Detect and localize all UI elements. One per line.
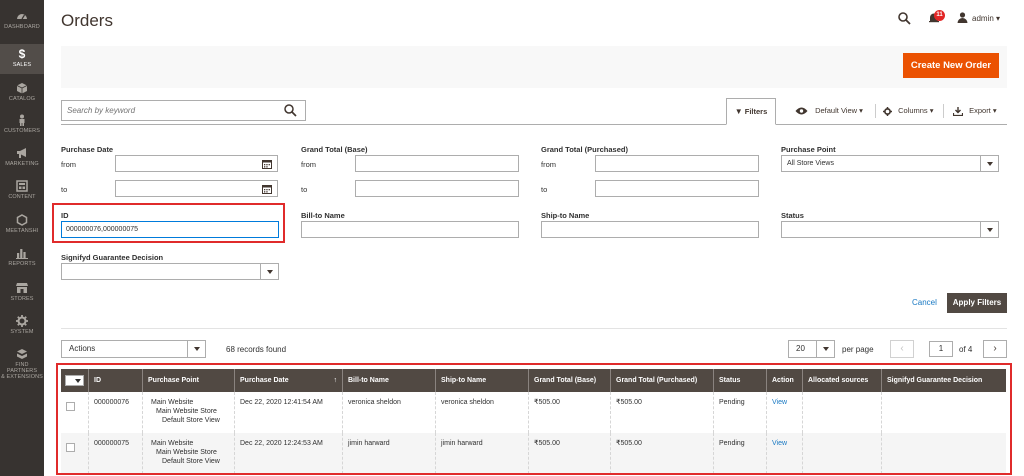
chevron-down-icon: ▾ xyxy=(992,106,997,115)
grid-highlight xyxy=(56,363,1012,475)
user-icon[interactable] xyxy=(957,12,968,23)
chevron-down-icon xyxy=(187,341,205,357)
gear-icon xyxy=(883,106,892,116)
from-label: from xyxy=(301,160,316,169)
bar-chart-icon xyxy=(16,249,28,259)
chevron-right-icon: › xyxy=(993,343,997,354)
ship-to-input[interactable] xyxy=(541,221,759,238)
grand-total-purchased-label: Grand Total (Purchased) xyxy=(541,145,628,154)
create-new-order-button[interactable]: Create New Order xyxy=(903,53,999,78)
search-submit-icon[interactable] xyxy=(284,104,297,117)
status-select[interactable] xyxy=(781,221,999,238)
chevron-left-icon: ‹ xyxy=(900,343,904,354)
eye-icon xyxy=(795,107,808,115)
per-page-label: per page xyxy=(842,345,874,354)
chevron-down-icon xyxy=(260,264,278,279)
page-title: Orders xyxy=(61,11,113,30)
page-number-input[interactable]: 1 xyxy=(929,341,953,357)
grand-total-base-label: Grand Total (Base) xyxy=(301,145,368,154)
chevron-down-icon: ▾ xyxy=(929,106,934,115)
id-filter-input[interactable]: 000000076,000000075 xyxy=(61,221,279,238)
ship-to-label: Ship-to Name xyxy=(541,211,590,220)
nav-catalog[interactable]: CATALOG xyxy=(0,80,44,108)
person-icon xyxy=(19,114,25,126)
page-actions-bar xyxy=(61,46,1007,88)
filters-button[interactable]: ▼ Filters xyxy=(726,98,776,125)
purchase-point-select[interactable]: All Store Views xyxy=(781,155,999,172)
purchase-date-to-input[interactable] xyxy=(115,180,278,197)
next-page-button[interactable]: › xyxy=(983,340,1007,358)
nav-reports[interactable]: REPORTS xyxy=(0,245,44,273)
blocks-icon xyxy=(17,349,27,359)
megaphone-icon xyxy=(17,148,26,158)
nav-system[interactable]: SYSTEM xyxy=(0,313,44,341)
user-menu[interactable]: admin ▾ xyxy=(972,14,1000,23)
from-label: from xyxy=(541,160,556,169)
search-input[interactable] xyxy=(62,101,272,120)
calendar-icon[interactable] xyxy=(262,159,272,169)
nav-meetanshi[interactable]: MEETANSHI xyxy=(0,212,44,240)
nav-content[interactable]: CONTENT xyxy=(0,178,44,206)
store-icon xyxy=(16,283,28,293)
nav-sales[interactable]: $ SALES xyxy=(0,44,44,74)
chevron-down-icon: ▾ xyxy=(996,14,1001,23)
view-selector[interactable]: Default View ▾ xyxy=(795,106,863,115)
nav-stores[interactable]: STORES xyxy=(0,280,44,308)
dashboard-icon xyxy=(17,14,27,20)
mass-actions-select[interactable]: Actions xyxy=(61,340,206,358)
status-label: Status xyxy=(781,211,804,220)
nav-marketing[interactable]: MARKETING xyxy=(0,145,44,173)
dollar-icon: $ xyxy=(18,47,26,61)
purchase-date-from-input[interactable] xyxy=(115,155,278,172)
nav-customers[interactable]: CUSTOMERS xyxy=(0,112,44,140)
admin-sidebar: DASHBOARD $ SALES CATALOG CUSTOMERS MARK… xyxy=(0,0,44,476)
grand-total-purchased-from-input[interactable] xyxy=(595,155,759,172)
grand-total-purchased-to-input[interactable] xyxy=(595,180,759,197)
download-icon xyxy=(952,106,964,116)
to-label: to xyxy=(61,185,68,194)
per-page-select[interactable]: 20 xyxy=(788,340,835,358)
notification-badge: 11 xyxy=(934,10,945,21)
nav-dashboard[interactable]: DASHBOARD xyxy=(0,6,44,36)
toolbar-separator xyxy=(943,104,944,118)
apply-filters-button[interactable]: Apply Filters xyxy=(947,293,1007,313)
toolbar-divider xyxy=(61,124,1007,125)
chevron-down-icon xyxy=(816,341,834,357)
to-label: to xyxy=(301,185,308,194)
bill-to-label: Bill-to Name xyxy=(301,211,345,220)
calendar-icon[interactable] xyxy=(262,184,272,194)
bill-to-input[interactable] xyxy=(301,221,519,238)
chevron-down-icon xyxy=(980,156,998,171)
id-label: ID xyxy=(61,211,69,220)
gear-icon xyxy=(16,315,28,327)
chevron-down-icon xyxy=(980,222,998,237)
section-divider xyxy=(61,328,1007,329)
chevron-down-icon: ▾ xyxy=(859,106,863,115)
previous-page-button[interactable]: ‹ xyxy=(890,340,914,358)
cube-icon xyxy=(16,83,28,94)
export-selector[interactable]: Export ▾ xyxy=(952,106,997,116)
purchase-point-label: Purchase Point xyxy=(781,145,836,154)
hexagon-icon xyxy=(16,214,28,226)
signifyd-select[interactable] xyxy=(61,263,279,280)
search-icon[interactable] xyxy=(898,12,911,25)
records-count: 68 records found xyxy=(226,345,287,354)
from-label: from xyxy=(61,160,76,169)
to-label: to xyxy=(541,185,548,194)
grand-total-base-to-input[interactable] xyxy=(355,180,519,197)
columns-selector[interactable]: Columns ▾ xyxy=(883,106,934,116)
layout-icon xyxy=(16,180,28,192)
toolbar-separator xyxy=(875,104,876,118)
page-count: of 4 xyxy=(959,345,973,354)
funnel-icon: ▼ xyxy=(734,107,743,116)
signifyd-label: Signifyd Guarantee Decision xyxy=(61,253,164,262)
keyword-search xyxy=(61,100,306,121)
nav-find-partners[interactable]: FIND PARTNERS & EXTENSIONS xyxy=(0,346,44,380)
purchase-date-label: Purchase Date xyxy=(61,145,114,154)
grand-total-base-from-input[interactable] xyxy=(355,155,519,172)
cancel-button[interactable]: Cancel xyxy=(912,298,937,307)
